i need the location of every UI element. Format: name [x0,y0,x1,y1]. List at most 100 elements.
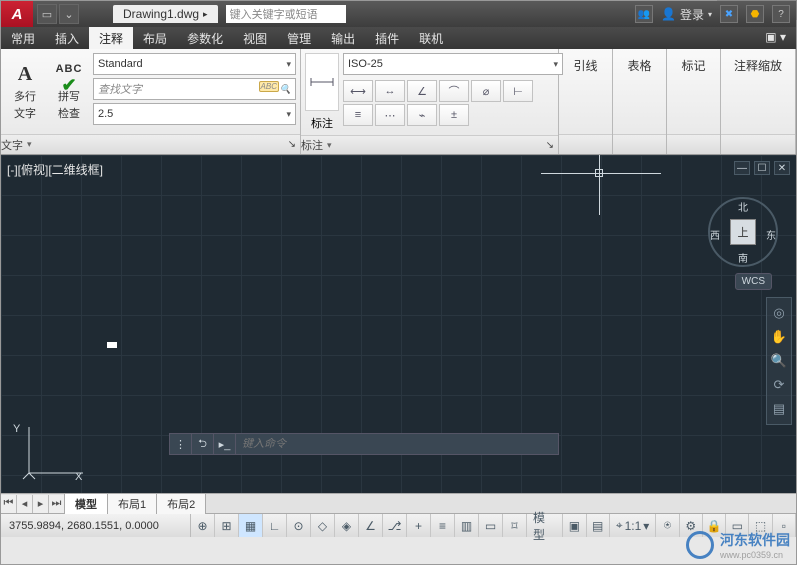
sb-layout-icon[interactable]: ▣ [563,514,586,537]
tab-parametric[interactable]: 参数化 [177,27,233,49]
vp-maximize-icon[interactable]: ☐ [754,161,770,175]
dim-arc-icon[interactable]: ⌒ [439,80,469,102]
vp-close-icon[interactable]: ✕ [774,161,790,175]
mtext-button[interactable]: A 多行 文字 [5,53,45,130]
sb-model-button[interactable]: 模型 [527,514,563,537]
viewport-label[interactable]: [-][俯视][二维线框] [7,161,103,178]
dim-ordinate-icon[interactable]: ⊢ [503,80,533,102]
sb-infer-icon[interactable]: ⊕ [191,514,215,537]
panel-text-title[interactable]: 文字▾↘ [1,134,300,154]
layout-tab-layout2[interactable]: 布局2 [156,493,206,514]
coordinates-readout[interactable]: 3755.9894, 2680.1551, 0.0000 [1,514,191,537]
dim-radius-icon[interactable]: ⌀ [471,80,501,102]
app-menu-icon[interactable]: A [1,1,33,27]
leader-button[interactable]: 引线 [565,53,605,78]
sb-osnap-icon[interactable]: ◇ [311,514,335,537]
layout-first-icon[interactable]: ⏮ [1,495,17,513]
dim-jog-icon[interactable]: ⌁ [407,104,437,126]
tab-view[interactable]: 视图 [233,27,277,49]
viewcube[interactable]: 上 北 南 东 西 [708,197,778,267]
tab-layout[interactable]: 布局 [133,27,177,49]
tab-home[interactable]: 常用 [1,27,45,49]
infocenter-search[interactable]: 键入关键字或短语 [226,5,346,23]
dim-baseline-icon[interactable]: ≡ [343,104,373,126]
ribbon-tabs: 常用 插入 注释 布局 参数化 视图 管理 输出 插件 联机 ▣ ▾ [1,27,796,49]
tab-output[interactable]: 输出 [321,27,365,49]
drawing-area[interactable]: [-][俯视][二维线框] — ☐ ✕ 上 北 南 东 西 WCS ◎ ✋ 🔍 … [1,155,796,493]
document-tab[interactable]: Drawing1.dwg ▸ [113,5,218,23]
find-text-input[interactable]: 查找文字 ABC 🔍 [93,78,296,100]
qat-open-icon[interactable]: ⌄ [59,4,79,24]
sb-polar-icon[interactable]: ⊙ [287,514,311,537]
nav-show-icon[interactable]: ▤ [770,400,788,418]
sb-sc-icon[interactable]: ⌑ [503,514,527,537]
dim-aligned-icon[interactable]: ↔ [375,80,405,102]
viewcube-face[interactable]: 上 [730,219,756,245]
command-input[interactable] [236,438,558,450]
tab-insert[interactable]: 插入 [45,27,89,49]
ribbon-expand-icon[interactable]: ▣ ▾ [755,27,796,49]
sb-annovis-icon[interactable]: ⍟ [656,514,679,537]
sb-dyn-icon[interactable]: + [407,514,431,537]
command-line[interactable]: ⋮ ⮌ ▸_ [169,433,559,455]
dim-tolerance-icon[interactable]: ± [439,104,469,126]
signin-button[interactable]: 👤 登录 ▾ [661,6,712,23]
markup-button[interactable]: 标记 [673,53,713,78]
document-title: Drawing1.dwg [123,7,199,21]
nav-wheel-icon[interactable]: ◎ [770,304,788,322]
sb-otrack-icon[interactable]: ∠ [359,514,383,537]
vp-minimize-icon[interactable]: — [734,161,750,175]
help-icon[interactable]: ? [772,5,790,23]
doc-dropdown-icon[interactable]: ▸ [203,9,208,20]
layout-tab-layout1[interactable]: 布局1 [107,493,157,514]
compass-w[interactable]: 西 [710,227,720,242]
annoscale-button[interactable]: 注释缩放 [726,53,790,78]
dim-style-dropdown[interactable]: ISO-25 ▾ [343,53,563,75]
tab-plugins[interactable]: 插件 [365,27,409,49]
compass-e[interactable]: 东 [766,227,776,242]
compass-n[interactable]: 北 [738,199,748,214]
panel-text: A 多行 文字 ABC ✔ 拼写 检查 Standard ▾ 查找文字 [1,49,301,154]
table-button[interactable]: 表格 [619,53,659,78]
mtext-icon: A [18,63,32,87]
sb-annoscale[interactable]: ⌖ 1:1 ▾ [610,514,656,537]
qat-new-icon[interactable]: ▭ [37,4,57,24]
exchange-icon[interactable]: ✖ [720,5,738,23]
layout-tab-model[interactable]: 模型 [64,493,108,514]
layout-next-icon[interactable]: ▸ [33,495,49,513]
tab-annotate[interactable]: 注释 [89,27,133,49]
cmd-handle-icon[interactable]: ⋮ [170,434,192,454]
sb-ortho-icon[interactable]: ∟ [263,514,287,537]
panel-dim-title[interactable]: 标注▾↘ [301,135,558,154]
dimension-button[interactable] [305,53,339,111]
search-submit-icon[interactable]: 👥 [635,5,653,23]
sb-qp-icon[interactable]: ▭ [479,514,503,537]
cmd-recent-icon[interactable]: ⮌ [192,434,214,454]
text-style-dropdown[interactable]: Standard ▾ [93,53,296,75]
sb-qv-icon[interactable]: ▤ [587,514,610,537]
dim-continue-icon[interactable]: ⋯ [375,104,405,126]
sb-ducs-icon[interactable]: ⎇ [383,514,407,537]
layout-last-icon[interactable]: ⏭ [49,495,65,513]
text-height-dropdown[interactable]: 2.5 ▾ [93,103,296,125]
tab-manage[interactable]: 管理 [277,27,321,49]
layout-prev-icon[interactable]: ◂ [17,495,33,513]
sb-snap-icon[interactable]: ⊞ [215,514,239,537]
cmd-prompt-icon: ▸_ [214,434,236,454]
nav-orbit-icon[interactable]: ⟳ [770,376,788,394]
sb-3dosnap-icon[interactable]: ◈ [335,514,359,537]
nav-zoom-icon[interactable]: 🔍 [770,352,788,370]
nav-pan-icon[interactable]: ✋ [770,328,788,346]
wcs-badge[interactable]: WCS [735,273,772,290]
stayconnected-icon[interactable]: ⬣ [746,5,764,23]
tab-online[interactable]: 联机 [409,27,453,49]
dim-angular-icon[interactable]: ∠ [407,80,437,102]
layout-tabs: ⏮ ◂ ▸ ⏭ 模型 布局1 布局2 [1,493,796,513]
spellcheck-button[interactable]: ABC ✔ 拼写 检查 [49,53,89,130]
sb-lwt-icon[interactable]: ≡ [431,514,455,537]
sb-grid-icon[interactable]: ▦ [239,514,263,537]
compass-s[interactable]: 南 [738,250,748,265]
sb-tpy-icon[interactable]: ▥ [455,514,479,537]
text-height-value: 2.5 [98,108,113,120]
dim-linear-icon[interactable]: ⟷ [343,80,373,102]
